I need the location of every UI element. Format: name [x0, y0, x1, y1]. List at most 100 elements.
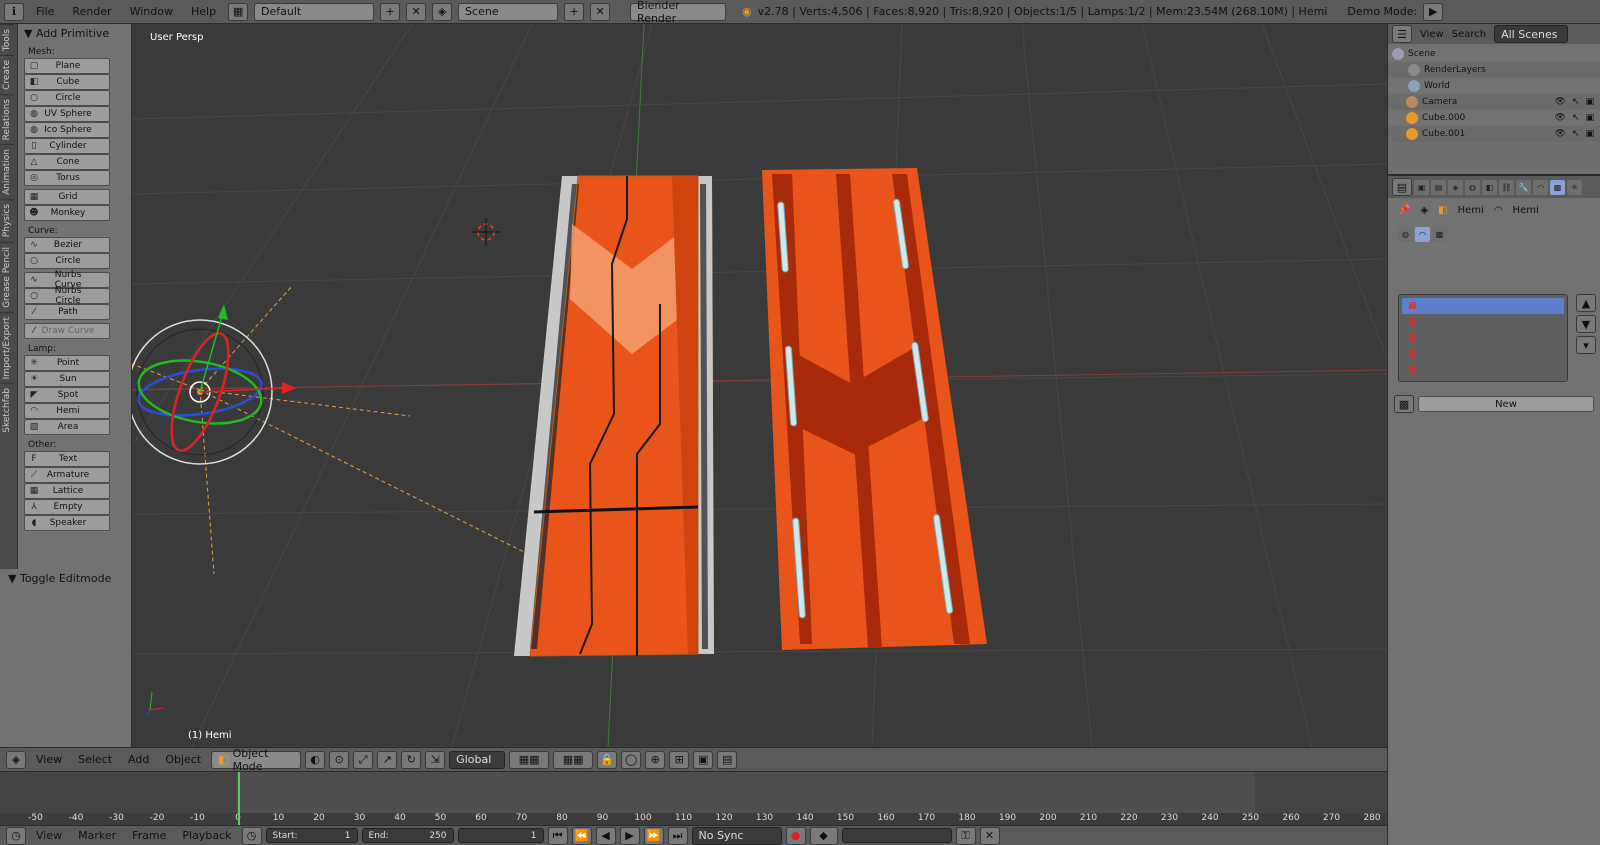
texture-slot[interactable]: ▩ — [1402, 298, 1564, 314]
translate-manipulator-icon[interactable]: ↗ — [377, 750, 398, 769]
render-opengl-icon[interactable]: ▣ — [693, 750, 714, 769]
new-texture-button[interactable]: New — [1418, 396, 1594, 412]
manipulator-toggle-icon[interactable]: ⤢ — [353, 750, 374, 769]
editor-type-icon[interactable]: ☰ — [1392, 25, 1412, 43]
lock-layers-icon[interactable]: 🔒 — [597, 750, 618, 769]
render-engine-select[interactable]: Blender Render — [630, 0, 727, 25]
menu-frame[interactable]: Frame — [126, 827, 172, 845]
add-sun-button[interactable]: ☀ Sun — [24, 371, 110, 387]
menu-file[interactable]: File — [30, 3, 60, 21]
add-layout-icon[interactable]: + — [380, 2, 401, 21]
menu-render[interactable]: Render — [66, 3, 117, 21]
tab-import-export[interactable]: Import/Export — [0, 311, 14, 383]
road-mesh-right[interactable] — [762, 168, 987, 650]
rotate-manipulator-toggle-icon[interactable]: ↻ — [401, 750, 422, 769]
scene-icon[interactable]: ◈ — [432, 2, 453, 21]
add-spot-button[interactable]: ◤ Spot — [24, 387, 110, 403]
snap-icon[interactable]: ⊕ — [645, 750, 666, 769]
tab-grease-pencil[interactable]: Grease Pencil — [0, 241, 14, 312]
add-armature-button[interactable]: ⟋ Armature — [24, 467, 110, 483]
texture-slot[interactable]: ▩ — [1402, 346, 1564, 362]
next-keyframe-icon[interactable]: ⏩ — [643, 826, 664, 845]
world-tab-icon[interactable]: ◍ — [1465, 179, 1480, 195]
outliner-item-camera[interactable]: Camera 👁 ↖ ▣ — [1388, 94, 1600, 110]
timeline[interactable]: -50-40-30-20-100102030405060708090100110… — [0, 771, 1387, 826]
outliner-item-cube-000[interactable]: Cube.000 👁 ↖ ▣ — [1388, 110, 1600, 126]
outliner-item-renderlayers[interactable]: RenderLayers — [1388, 62, 1600, 78]
breadcrumb-object[interactable]: Hemi — [1458, 205, 1484, 216]
cursor-icon[interactable]: ↖ — [1572, 113, 1580, 123]
particles-tab-icon[interactable]: ✳ — [1567, 179, 1582, 195]
sync-mode-select[interactable]: No Sync — [691, 826, 782, 845]
add-empty-button[interactable]: ⅄ Empty — [24, 499, 110, 515]
start-frame-field[interactable]: Start: 1 — [265, 828, 358, 843]
texture-tab-icon[interactable]: ▩ — [1550, 179, 1565, 195]
pin-icon[interactable]: 📌 — [1398, 205, 1410, 216]
add-cylinder-button[interactable]: ▯ Cylinder — [24, 138, 110, 154]
tab-relations[interactable]: Relations — [0, 94, 14, 145]
add-text-button[interactable]: F Text — [24, 451, 110, 467]
toggle-editmode-panel[interactable]: ▼ Toggle Editmode — [0, 569, 132, 587]
draw-curve-button[interactable]: ⁄ Draw Curve — [24, 323, 110, 339]
jump-start-icon[interactable]: ⏮ — [547, 826, 568, 845]
add-plane-button[interactable]: ▢ Plane — [24, 58, 110, 74]
render-animation-icon[interactable]: ▤ — [717, 750, 738, 769]
menu-playback[interactable]: Playback — [176, 827, 237, 845]
add-hemi-button[interactable]: ◠ Hemi — [24, 403, 110, 419]
object-tab-icon[interactable]: ◧ — [1482, 179, 1497, 195]
end-frame-field[interactable]: End: 250 — [361, 828, 454, 843]
cursor-icon[interactable]: ↖ — [1572, 97, 1580, 107]
add-area-button[interactable]: ▧ Area — [24, 419, 110, 435]
render-layers-tab-icon[interactable]: ▤ — [1431, 179, 1446, 195]
add-monkey-button[interactable]: ☻ Monkey — [24, 205, 110, 221]
mode-select[interactable]: ◧ Object Mode — [211, 747, 302, 773]
road-mesh-left[interactable] — [514, 175, 714, 657]
current-frame-field[interactable]: 1 — [457, 828, 544, 843]
jump-end-icon[interactable]: ⏭ — [667, 826, 688, 845]
browse-texture-icon[interactable]: ▩ — [1394, 395, 1414, 413]
modifiers-tab-icon[interactable]: 🔧 — [1516, 179, 1531, 195]
scale-manipulator-icon[interactable]: ⇲ — [425, 750, 446, 769]
menu-view[interactable]: View — [1420, 29, 1444, 40]
menu-object[interactable]: Object — [159, 751, 207, 769]
move-slot-up-icon[interactable]: ▲ — [1576, 294, 1596, 312]
keying-set-icon[interactable]: ◆ — [809, 826, 838, 845]
pivot-point-icon[interactable]: ⊙ — [329, 750, 350, 769]
texture-slot-list[interactable]: ▩ ▩ ▩ ▩ ▩ — [1398, 294, 1568, 382]
eye-icon[interactable]: 👁 — [1555, 97, 1566, 107]
display-mode-select[interactable]: All Scenes — [1494, 25, 1569, 43]
outliner-item-world[interactable]: World — [1388, 78, 1600, 94]
proportional-edit-icon[interactable]: ◯ — [621, 750, 642, 769]
screen-layout-icon[interactable]: ▦ — [228, 2, 249, 21]
cursor-icon[interactable]: ↖ — [1572, 129, 1580, 139]
scene-tab-icon[interactable]: ◈ — [1448, 179, 1463, 195]
delete-keyframe-icon[interactable]: ✕ — [979, 826, 1000, 845]
add-speaker-button[interactable]: ◖ Speaker — [24, 515, 110, 531]
play-demo-icon[interactable]: ▶ — [1423, 2, 1444, 21]
layers-icon-2[interactable]: ▦▦ — [553, 750, 594, 769]
screen-layout-select[interactable]: Default — [254, 2, 375, 21]
scene-select[interactable]: Scene — [458, 2, 559, 21]
render-tab-icon[interactable]: ▣ — [1414, 179, 1429, 195]
add-lattice-button[interactable]: ▦ Lattice — [24, 483, 110, 499]
eye-icon[interactable]: 👁 — [1555, 113, 1566, 123]
render-icon[interactable]: ▣ — [1585, 97, 1594, 107]
render-icon[interactable]: ▣ — [1585, 129, 1594, 139]
transform-orientation-select[interactable]: Global — [449, 750, 506, 769]
current-frame-cursor[interactable] — [238, 772, 240, 826]
texture-slot[interactable]: ▩ — [1402, 362, 1564, 378]
layers-icon[interactable]: ▦▦ — [509, 750, 550, 769]
preview-range-icon[interactable]: ◷ — [241, 826, 262, 845]
outliner-item-scene[interactable]: Scene — [1388, 46, 1600, 62]
add-nurbs-circle-button[interactable]: ○ Nurbs Circle — [24, 286, 110, 306]
add-primitive-panel-header[interactable]: ▼ Add Primitive — [18, 24, 131, 42]
menu-select[interactable]: Select — [72, 751, 118, 769]
brush-texture-icon[interactable]: ▩ — [1432, 226, 1447, 242]
outliner-item-cube-001[interactable]: Cube.001 👁 ↖ ▣ — [1388, 126, 1600, 142]
tab-sketchfab[interactable]: Sketchfab — [0, 382, 14, 437]
editor-type-icon[interactable]: ℹ — [4, 2, 24, 21]
tab-physics[interactable]: Physics — [0, 199, 14, 242]
add-circle-button[interactable]: ○ Circle — [24, 90, 110, 106]
editor-type-icon[interactable]: ▤ — [1392, 178, 1412, 196]
add-cube-button[interactable]: ◧ Cube — [24, 74, 110, 90]
